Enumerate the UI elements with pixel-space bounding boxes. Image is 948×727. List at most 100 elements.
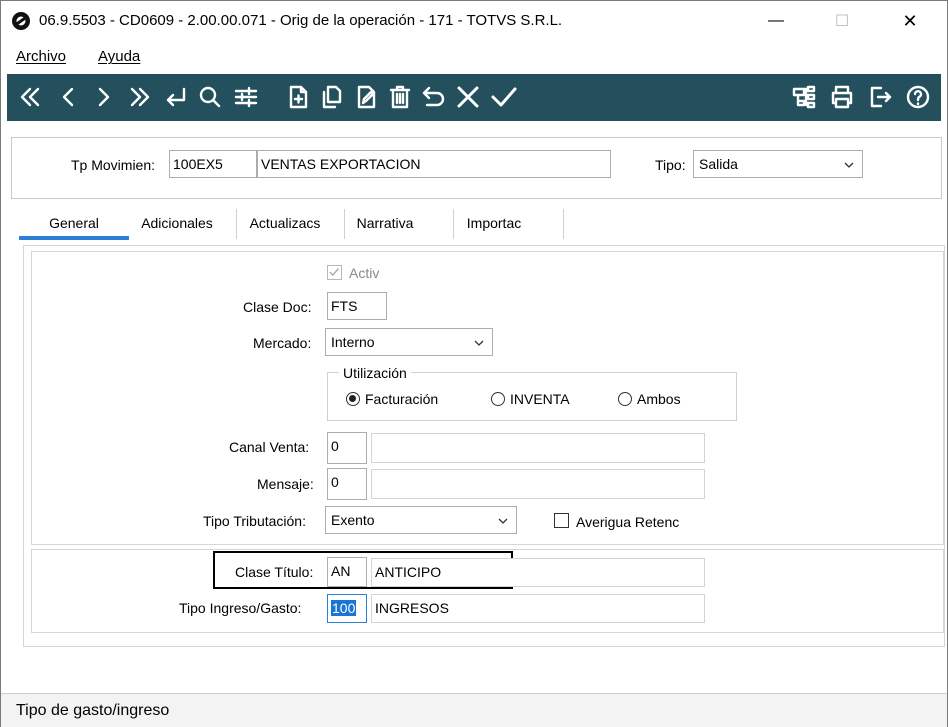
radio-facturacion[interactable] [346, 392, 360, 406]
filter-button[interactable] [229, 80, 263, 114]
edit-icon [357, 85, 376, 109]
tab-adicionales[interactable]: Adicionales [129, 206, 225, 240]
activ-checkbox[interactable] [327, 265, 342, 280]
confirm-button[interactable] [487, 80, 521, 114]
averigua-retenc-label: Averigua Retenc [576, 514, 680, 530]
search-button[interactable] [193, 80, 227, 114]
tipo-ingreso-code-selection: 100 [331, 600, 357, 616]
edit-record-button[interactable] [349, 80, 383, 114]
first-record-button[interactable] [13, 80, 47, 114]
mensaje-field[interactable]: 0 [327, 468, 367, 500]
tipo-tributacion-select[interactable]: Exento [325, 506, 517, 534]
maximize-icon: ☐ [834, 13, 850, 30]
canal-venta-field[interactable]: 0 [327, 432, 367, 464]
active-tab-indicator [19, 236, 129, 240]
tab-actualizacs[interactable]: Actualizacs [237, 206, 333, 240]
cancel-icon [457, 86, 479, 108]
previous-icon [62, 87, 74, 107]
tree-button[interactable] [787, 80, 821, 114]
menu-bar: Archivo Ayuda [1, 41, 947, 71]
first-icon [20, 87, 40, 107]
radio-inventa[interactable] [491, 392, 505, 406]
mercado-select[interactable]: Interno [325, 328, 493, 356]
tipo-label: Tipo: [655, 157, 686, 173]
tp-movimien-code-field[interactable]: 100EX5 [169, 150, 257, 178]
radio-ambos[interactable] [618, 392, 632, 406]
utilizacion-label: Utilización [339, 365, 411, 381]
mensaje-label: Mensaje: [257, 476, 314, 492]
status-text: Tipo de gasto/ingreso [16, 702, 170, 719]
averigua-retenc-checkbox[interactable] [554, 513, 569, 528]
last-icon [130, 87, 150, 107]
tp-movimien-desc-field: VENTAS EXPORTACION [257, 150, 611, 178]
maximize-button[interactable]: ☐ [819, 1, 865, 41]
chevron-down-icon [844, 162, 854, 168]
mercado-select-value: Interno [331, 334, 375, 350]
goto-button[interactable] [159, 80, 193, 114]
tipo-ingreso-label: Tipo Ingreso/Gasto: [179, 600, 302, 616]
facturacion-label: Facturación [365, 391, 439, 407]
inventa-label: INVENTA [510, 391, 570, 407]
tipo-ingreso-code-field[interactable]: 100 [327, 594, 367, 623]
menu-archivo[interactable]: Archivo [16, 48, 66, 65]
filter-icon [234, 86, 258, 108]
tipo-ingreso-desc-field: INGRESOS [371, 594, 705, 623]
help-button[interactable] [901, 80, 935, 114]
last-record-button[interactable] [123, 80, 157, 114]
previous-record-button[interactable] [51, 80, 85, 114]
mensaje-desc-field [371, 469, 705, 499]
close-icon: ✕ [902, 10, 918, 31]
minimize-button[interactable]: — [753, 1, 799, 41]
close-button[interactable]: ✕ [887, 1, 933, 41]
tipo-select-value: Salida [699, 156, 738, 172]
help-icon [906, 85, 930, 109]
next-icon [98, 87, 110, 107]
toolbar [7, 74, 941, 121]
copy-icon [322, 85, 342, 109]
clase-doc-label: Clase Doc: [243, 299, 312, 315]
ambos-label: Ambos [637, 391, 681, 407]
tab-separator [563, 209, 564, 239]
checkmark-icon [329, 268, 339, 277]
activ-label: Activ [349, 265, 380, 281]
undo-icon [422, 86, 445, 107]
application-window: 06.9.5503 - CD0609 - 2.00.00.071 - Orig … [0, 0, 948, 727]
minimize-icon: — [768, 12, 784, 29]
clase-doc-field[interactable]: FTS [327, 292, 387, 320]
tipo-tributacion-label: Tipo Tributación: [203, 513, 306, 529]
status-bar: Tipo de gasto/ingreso [1, 693, 947, 727]
tp-movimien-label: Tp Movimien: [71, 157, 156, 173]
menu-ayuda[interactable]: Ayuda [98, 48, 140, 65]
cancel-button[interactable] [451, 80, 485, 114]
next-record-button[interactable] [87, 80, 121, 114]
exit-button[interactable] [863, 80, 897, 114]
title-bar: 06.9.5503 - CD0609 - 2.00.00.071 - Orig … [1, 1, 947, 41]
canal-venta-label: Canal Venta: [229, 439, 310, 455]
search-icon [199, 86, 221, 108]
confirm-icon [491, 87, 517, 107]
goto-icon [166, 87, 186, 107]
tree-icon [792, 85, 816, 109]
tipo-tributacion-value: Exento [331, 512, 375, 528]
copy-record-button[interactable] [315, 80, 349, 114]
print-icon [831, 85, 853, 109]
delete-record-button[interactable] [383, 80, 417, 114]
tab-importac[interactable]: Importac [454, 206, 534, 240]
canal-venta-desc-field [371, 433, 705, 463]
undo-button[interactable] [417, 80, 451, 114]
exit-icon [870, 86, 892, 108]
chevron-down-icon [474, 340, 484, 346]
new-icon [289, 85, 308, 109]
mercado-label: Mercado: [253, 335, 312, 351]
app-logo-icon [12, 12, 30, 30]
clase-titulo-label: Clase Título: [235, 564, 314, 580]
clase-titulo-desc-field: ANTICIPO [371, 558, 705, 587]
delete-icon [389, 85, 411, 109]
chevron-down-icon [498, 518, 508, 524]
print-button[interactable] [825, 80, 859, 114]
tab-narrativa[interactable]: Narrativa [345, 206, 425, 240]
tipo-select[interactable]: Salida [693, 150, 863, 178]
tab-general[interactable]: General [19, 206, 129, 240]
new-record-button[interactable] [281, 80, 315, 114]
clase-titulo-code-field[interactable]: AN [327, 557, 367, 587]
